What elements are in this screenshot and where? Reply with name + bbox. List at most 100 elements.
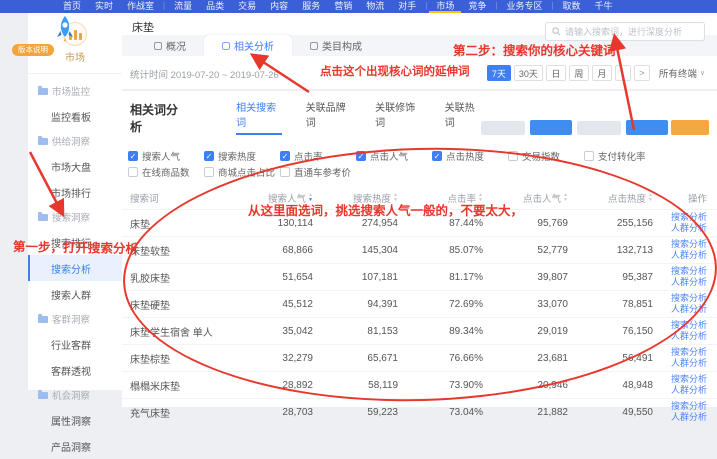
metric-checkbox[interactable]: 直通车参考价	[274, 165, 350, 179]
search-term[interactable]: 床垫学生宿舍 单人	[122, 324, 234, 339]
date-button[interactable]: 周	[569, 65, 589, 81]
version-badge[interactable]: 版本说明	[12, 44, 54, 56]
column-header[interactable]: 搜索人气▲▼	[234, 191, 319, 205]
checkbox-icon[interactable]	[128, 167, 138, 177]
sort-icon[interactable]: ▲▼	[478, 193, 483, 202]
action-link[interactable]: 搜索分析	[665, 293, 707, 304]
blurred-text-button[interactable]	[577, 121, 621, 135]
metric-checkbox[interactable]: ✓点击人气	[350, 149, 426, 163]
nav-item[interactable]: 业务专区	[499, 0, 549, 13]
action-link[interactable]: 人群分析	[665, 385, 707, 396]
search-term[interactable]: 乳胶床垫	[122, 270, 234, 285]
nav-item[interactable]: 首页	[56, 0, 88, 13]
action-link[interactable]: 搜索分析	[665, 347, 707, 358]
sidebar-item[interactable]: 行业客群	[28, 331, 122, 357]
sort-icon[interactable]: ▲▼	[393, 193, 398, 202]
sidebar-item[interactable]: 市场排行	[28, 179, 122, 205]
checkbox-icon[interactable]: ✓	[432, 151, 442, 161]
checkbox-icon[interactable]	[280, 167, 290, 177]
sort-icon[interactable]: ▲▼	[648, 193, 653, 202]
checkbox-icon[interactable]	[204, 167, 214, 177]
terminal-dropdown[interactable]: 所有终端∨	[659, 66, 705, 80]
checkbox-icon[interactable]	[508, 151, 518, 161]
action-link[interactable]: 搜索分析	[665, 239, 707, 250]
search-term[interactable]: 床垫	[122, 216, 234, 231]
nav-item[interactable]: 交易	[231, 0, 263, 13]
subtab[interactable]: 关联热词	[445, 99, 481, 135]
nav-item[interactable]: 营销	[327, 0, 359, 13]
date-button[interactable]: 30天	[514, 65, 543, 81]
column-header[interactable]: 点击热度▲▼	[574, 191, 659, 205]
date-button[interactable]: 7天	[487, 65, 511, 81]
subtab[interactable]: 相关搜索词	[236, 99, 282, 135]
action-link[interactable]: 人群分析	[665, 358, 707, 369]
blue-action-button[interactable]	[626, 120, 668, 135]
sidebar-item[interactable]: 属性洞察	[28, 407, 122, 433]
sidebar-item[interactable]: 搜索人群	[28, 281, 122, 307]
action-link[interactable]: 人群分析	[665, 304, 707, 315]
nav-item[interactable]: 实时	[88, 0, 120, 13]
nav-item[interactable]: 品类	[199, 0, 231, 13]
metric-checkbox[interactable]: 商城点击占比	[198, 165, 274, 179]
action-link[interactable]: 人群分析	[665, 277, 707, 288]
nav-item[interactable]: 物流	[359, 0, 391, 13]
nav-item[interactable]: 作战室	[120, 0, 161, 13]
action-link[interactable]: 人群分析	[665, 223, 707, 234]
search-term[interactable]: 床垫棕垫	[122, 351, 234, 366]
checkbox-icon[interactable]: ✓	[204, 151, 214, 161]
metric-checkbox[interactable]: ✓点击率	[274, 149, 350, 163]
orange-action-button[interactable]	[671, 120, 709, 135]
next-page-button[interactable]: >	[634, 65, 650, 81]
nav-item[interactable]: 流量	[167, 0, 199, 13]
tab[interactable]: 概况	[136, 35, 204, 56]
tab[interactable]: 相关分析	[204, 35, 292, 56]
sidebar-item[interactable]: 监控看板	[28, 103, 122, 129]
nav-item[interactable]: 对手	[391, 0, 423, 13]
column-header[interactable]: 点击率▲▼	[404, 191, 489, 205]
nav-item[interactable]: 竞争	[461, 0, 493, 13]
nav-item[interactable]: 内容	[263, 0, 295, 13]
column-header[interactable]: 点击人气▲▼	[489, 191, 574, 205]
action-link[interactable]: 人群分析	[665, 250, 707, 261]
blurred-text-button[interactable]	[481, 121, 525, 135]
checkbox-icon[interactable]: ✓	[356, 151, 366, 161]
checkbox-icon[interactable]	[584, 151, 594, 161]
nav-item[interactable]: 服务	[295, 0, 327, 13]
search-term[interactable]: 床垫硬垫	[122, 297, 234, 312]
action-link[interactable]: 人群分析	[665, 412, 707, 423]
search-input[interactable]	[565, 27, 698, 37]
subtab[interactable]: 关联修饰词	[375, 99, 421, 135]
blue-action-button[interactable]	[530, 120, 572, 135]
sort-icon[interactable]: ▲▼	[563, 193, 568, 202]
action-link[interactable]: 搜索分析	[665, 320, 707, 331]
metric-checkbox[interactable]: 支付转化率	[578, 149, 654, 163]
sidebar-item[interactable]: 搜索排行	[28, 229, 122, 255]
metric-checkbox[interactable]: ✓搜索人气	[122, 149, 198, 163]
sidebar-item[interactable]: 市场大盘	[28, 153, 122, 179]
prev-page-button[interactable]	[615, 65, 631, 81]
metric-checkbox[interactable]: ✓点击热度	[426, 149, 502, 163]
checkbox-icon[interactable]: ✓	[280, 151, 290, 161]
nav-item[interactable]: 取数	[556, 0, 588, 13]
sort-icon[interactable]: ▲▼	[308, 193, 313, 202]
nav-item[interactable]: 千牛	[588, 0, 620, 13]
sidebar-item[interactable]: 搜索分析	[28, 255, 122, 281]
date-button[interactable]: 日	[546, 65, 566, 81]
action-link[interactable]: 搜索分析	[665, 374, 707, 385]
action-link[interactable]: 搜索分析	[665, 266, 707, 277]
nav-item[interactable]: 市场	[429, 0, 461, 13]
date-button[interactable]: 月	[592, 65, 612, 81]
metric-checkbox[interactable]: 在线商品数	[122, 165, 198, 179]
action-link[interactable]: 搜索分析	[665, 212, 707, 223]
search-term[interactable]: 榻榻米床垫	[122, 378, 234, 393]
metric-checkbox[interactable]: 交易指数	[502, 149, 578, 163]
sidebar-item[interactable]: 客群透视	[28, 357, 122, 383]
action-link[interactable]: 人群分析	[665, 331, 707, 342]
column-header[interactable]: 搜索热度▲▼	[319, 191, 404, 205]
subtab[interactable]: 关联品牌词	[306, 99, 352, 135]
tab[interactable]: 类目构成	[292, 35, 380, 56]
search-term[interactable]: 床垫软垫	[122, 243, 234, 258]
sidebar-item[interactable]: 产品洞察	[28, 433, 122, 459]
checkbox-icon[interactable]: ✓	[128, 151, 138, 161]
metric-checkbox[interactable]: ✓搜索热度	[198, 149, 274, 163]
